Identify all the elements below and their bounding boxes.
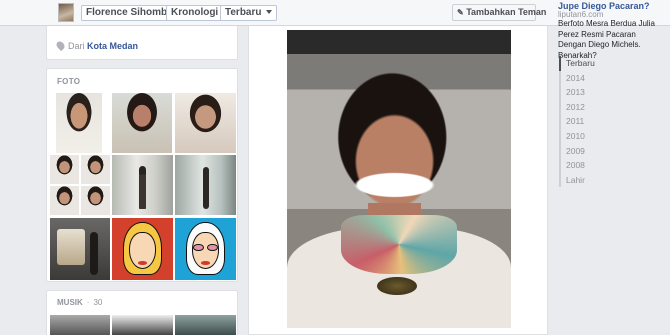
year-item-2008[interactable]: 2008: [561, 158, 619, 173]
timeline-label: Kronologi: [171, 7, 219, 18]
year-item-2014[interactable]: 2014: [561, 71, 619, 86]
photo-thumbnail[interactable]: [112, 155, 173, 215]
photo-thumbnail[interactable]: [175, 218, 236, 280]
photo-thumbnail[interactable]: [112, 218, 173, 280]
add-friend-label: Tambahkan Teman: [466, 7, 547, 17]
music-thumbnail[interactable]: [112, 315, 173, 335]
location-prefix: Dari: [68, 41, 85, 51]
photo-thumbnail[interactable]: [175, 155, 236, 215]
add-friend-icon: ✎: [457, 8, 464, 17]
year-item-2012[interactable]: 2012: [561, 100, 619, 115]
photo-thumbnail[interactable]: [175, 93, 236, 153]
music-thumbnail[interactable]: [50, 315, 110, 335]
music-count: 30: [93, 298, 103, 307]
photos-title[interactable]: FOTO: [57, 77, 80, 86]
photo-thumbnail[interactable]: [50, 218, 110, 280]
year-item-lahir[interactable]: Lahir: [561, 173, 619, 188]
music-thumbnail[interactable]: [175, 315, 236, 335]
profile-avatar[interactable]: [58, 3, 74, 22]
year-item-2011[interactable]: 2011: [561, 114, 619, 129]
add-friend-button[interactable]: ✎ Tambahkan Teman: [452, 4, 546, 21]
sort-dropdown[interactable]: Terbaru: [220, 5, 277, 21]
post-photo[interactable]: [287, 30, 511, 328]
location-pin-icon: [54, 39, 67, 52]
timeline-year-nav: Terbaru 2014 2013 2012 2011 2010 2009 20…: [559, 56, 619, 188]
year-item-terbaru[interactable]: Terbaru: [559, 56, 619, 71]
year-item-2010[interactable]: 2010: [561, 129, 619, 144]
location-row: Dari Kota Medan: [54, 39, 138, 52]
photo-thumbnail[interactable]: [56, 93, 102, 153]
photo-thumbnail[interactable]: [112, 93, 172, 153]
year-item-2009[interactable]: 2009: [561, 144, 619, 159]
ad-text[interactable]: Berfoto Mesra Berdua Julia Perez Resmi P…: [558, 19, 666, 61]
location-link[interactable]: Kota Medan: [87, 41, 138, 51]
music-title[interactable]: MUSIK · 30: [57, 298, 102, 307]
intro-card: Dari Kota Medan: [46, 26, 238, 60]
photo-thumbnail[interactable]: [50, 155, 110, 215]
ad-source: liputan6.com: [558, 10, 604, 19]
chevron-down-icon: [265, 10, 272, 15]
sort-label: Terbaru: [225, 7, 262, 18]
music-title-label: MUSIK: [57, 298, 83, 307]
year-item-2013[interactable]: 2013: [561, 85, 619, 100]
